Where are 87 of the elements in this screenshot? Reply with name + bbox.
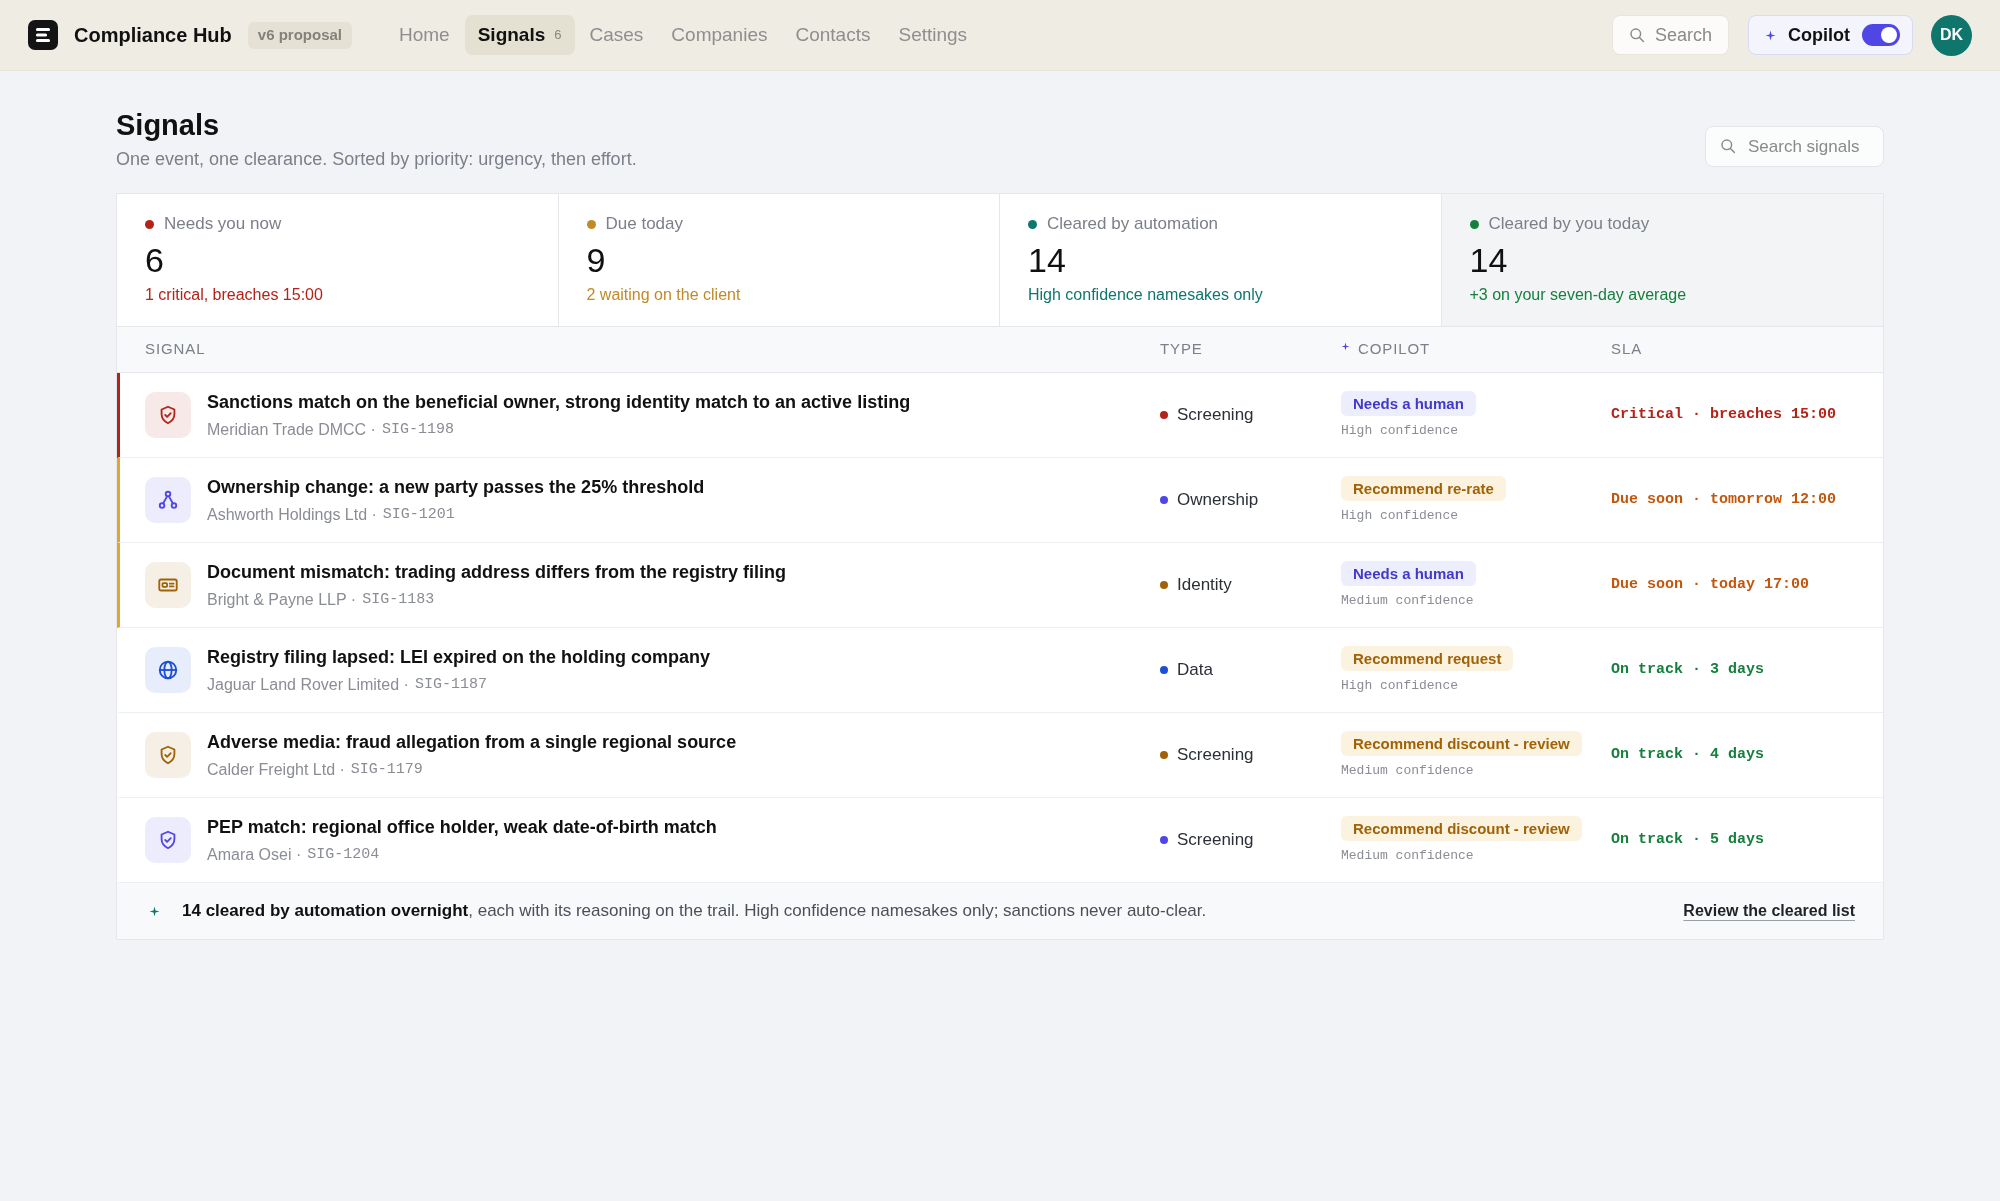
signal-title: Document mismatch: trading address differs from the registry filing — [207, 561, 787, 584]
signal-row[interactable]: Ownership change: a new party passes the 25% threshold Ashworth Holdings Ltd · SIG-1201 Ownership Recommend re-rate High confidence Due soon · tomorrow 12:00 — [117, 458, 1883, 543]
logo-icon[interactable] — [28, 20, 58, 50]
company-name: Jaguar Land Rover Limited · — [207, 675, 409, 695]
sla-text: Critical · breaches 15:00 — [1611, 404, 1837, 425]
stat-value: 14 — [1028, 240, 1066, 280]
stat-note: 1 critical, breaches 15:00 — [145, 285, 323, 305]
sparkle-icon — [149, 905, 160, 917]
column-header: SIGNAL — [145, 339, 206, 360]
stat-card[interactable]: Cleared by you today 14 +3 on your seven-day average — [1441, 194, 1883, 326]
signal-id: SIG-1198 — [381, 420, 454, 440]
search-icon — [1720, 138, 1736, 154]
id-card-icon — [145, 562, 191, 608]
signal-title: Adverse media: fraud allegation from a single regional source — [207, 731, 737, 754]
copilot-toggle[interactable] — [1862, 24, 1900, 46]
shield-check-icon — [145, 732, 191, 778]
summary-text: 14 cleared by automation overnight, each with its reasoning on the trail. High confidence namesakes only; sanctions never auto-clear. — [182, 900, 1207, 923]
nodes-icon — [145, 477, 191, 523]
search-icon — [1628, 27, 1645, 43]
signal-id: SIG-1204 — [307, 845, 380, 865]
stat-note: High confidence namesakes only — [1028, 285, 1263, 305]
signal-id: SIG-1201 — [382, 505, 455, 525]
signal-type: Screening — [1177, 404, 1254, 427]
column-header: SLA — [1611, 339, 1643, 360]
confidence-label: High confidence — [1341, 507, 1459, 526]
copilot-tag: Needs a human — [1341, 391, 1476, 417]
copilot-tag: Recommend discount - review — [1341, 731, 1582, 757]
signal-title: Registry filing lapsed: LEI expired on the holding company — [207, 646, 711, 669]
stat-label: Due today — [605, 213, 683, 235]
sla-text: On track · 5 days — [1611, 829, 1765, 850]
globe-icon — [145, 647, 191, 693]
confidence-label: High confidence — [1341, 422, 1459, 441]
signal-title: Sanctions match on the beneficial owner, strong identity match to an active listing — [207, 391, 911, 414]
stat-note: +3 on your seven-day average — [1469, 285, 1687, 305]
sparkle-icon — [1765, 29, 1776, 41]
signal-type: Identity — [1177, 574, 1232, 597]
signal-title: PEP match: regional office holder, weak date-of-birth match — [207, 816, 717, 839]
copilot-tag: Recommend re-rate — [1341, 476, 1506, 502]
column-header: TYPE — [1160, 339, 1203, 360]
signal-type: Data — [1177, 659, 1213, 682]
shield-check-icon — [145, 392, 191, 438]
company-name: Bright & Payne LLP · — [207, 590, 357, 610]
review-link[interactable]: Review the cleared list — [1683, 899, 1855, 923]
signal-id: SIG-1187 — [414, 675, 487, 695]
confidence-label: High confidence — [1341, 677, 1459, 696]
stat-value: 6 — [145, 240, 164, 280]
stat-note: 2 waiting on the client — [586, 285, 741, 305]
signal-row[interactable]: Sanctions match on the beneficial owner, strong identity match to an active listing Meridian Trade DMCC · SIG-1198 Screening Needs a human High confidence Critical · breaches 15:00 — [117, 373, 1883, 458]
copilot-tag: Recommend request — [1341, 646, 1514, 672]
copilot-tag: Needs a human — [1341, 561, 1476, 587]
signal-type: Screening — [1177, 744, 1254, 767]
signal-id: SIG-1179 — [350, 760, 423, 780]
signal-row[interactable]: Document mismatch: trading address differs from the registry filing Bright & Payne LLP · SIG-1183 Identity Needs a human Medium confidence Due soon · today 17:00 — [117, 543, 1883, 628]
stat-value: 9 — [586, 240, 606, 280]
stat-value: 14 — [1469, 240, 1508, 280]
sla-text: On track · 4 days — [1611, 744, 1765, 765]
signal-id: SIG-1183 — [362, 590, 435, 610]
company-name: Meridian Trade DMCC · — [207, 420, 376, 440]
signal-title: Ownership change: a new party passes the 25% threshold — [207, 476, 705, 499]
version-badge: v6 proposal — [247, 21, 352, 49]
signal-type: Screening — [1177, 829, 1254, 852]
page-subtitle: One event, one clearance. Sorted by priority: urgency, then effort. — [116, 148, 637, 171]
column-header: COPILOT — [1358, 339, 1431, 360]
signal-row[interactable]: Registry filing lapsed: LEI expired on the holding company Jaguar Land Rover Limited · SIG-1187 Data Recommend request High confidence On track · 3 days — [117, 628, 1883, 713]
company-name: Amara Osei · — [207, 845, 302, 865]
sla-text: Due soon · tomorrow 12:00 — [1611, 489, 1837, 510]
company-name: Ashworth Holdings Ltd · — [207, 505, 377, 525]
page-title: Signals — [116, 108, 221, 143]
confidence-label: Medium confidence — [1341, 762, 1474, 781]
stat-label: Needs you now — [164, 213, 282, 235]
sparkle-icon — [1341, 342, 1350, 351]
stat-label: Cleared by automation — [1047, 213, 1219, 235]
confidence-label: Medium confidence — [1341, 592, 1474, 611]
nav-tab[interactable]: Signals 6 — [464, 15, 575, 55]
company-name: Calder Freight Ltd · — [207, 760, 345, 780]
copilot-button[interactable]: Copilot — [1748, 15, 1913, 55]
copilot-tag: Recommend discount - review — [1341, 816, 1582, 842]
confidence-label: Medium confidence — [1341, 847, 1474, 866]
shield-check-icon — [145, 817, 191, 863]
sla-text: Due soon · today 17:00 — [1611, 574, 1810, 595]
search-field[interactable]: Search signals — [1705, 126, 1884, 167]
signal-row[interactable]: Adverse media: fraud allegation from a single regional source Calder Freight Ltd · SIG-1179 Screening Recommend discount - review Medium confidence On track · 4 days — [117, 713, 1883, 798]
app-name: Compliance Hub — [74, 23, 232, 48]
signal-type: Ownership — [1177, 489, 1259, 512]
sla-text: On track · 3 days — [1611, 659, 1765, 680]
stat-label: Cleared by you today — [1488, 213, 1650, 235]
user-avatar[interactable]: DK — [1931, 14, 1972, 56]
